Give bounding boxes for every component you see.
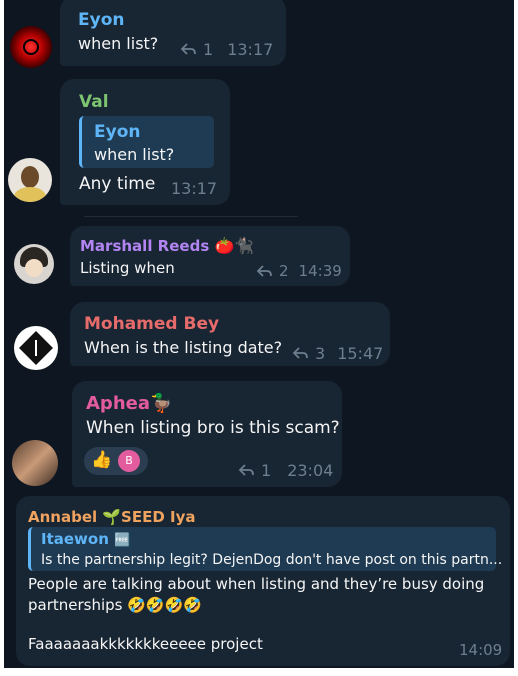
author-name[interactable]: Eyon xyxy=(78,10,124,30)
message-time: 23:04 xyxy=(287,461,334,480)
quote-author: Eyon xyxy=(94,122,141,142)
reaction-chip[interactable]: 👍 B xyxy=(84,447,148,475)
message-text: Listing when xyxy=(80,259,175,277)
reply-icon[interactable] xyxy=(256,264,273,278)
quote-header: Itaewon 🆓 xyxy=(41,530,130,548)
divider xyxy=(84,216,298,217)
message-meta: 2 14:39 xyxy=(256,262,342,280)
message-time: 14:09 xyxy=(459,641,503,659)
message-meta: 14:09 xyxy=(459,641,502,659)
message-meta: 1 13:17 xyxy=(180,40,273,59)
avatar-eyon[interactable] xyxy=(10,26,52,68)
reply-icon[interactable] xyxy=(180,43,197,56)
message-text: when list? xyxy=(78,34,159,53)
author-emoji: 🦆 xyxy=(149,393,173,414)
message-text-line-2: partnerships 🤣🤣🤣🤣 xyxy=(28,596,202,614)
reaction-avatar: B xyxy=(118,450,140,472)
reply-icon[interactable] xyxy=(292,347,309,360)
avatar-val[interactable] xyxy=(8,158,52,202)
message-time: 13:17 xyxy=(227,40,274,59)
avatar-marshall[interactable] xyxy=(14,244,54,284)
message-bubble-eyon[interactable]: Eyon when list? 1 13:17 xyxy=(60,0,286,66)
message-text: When listing bro is this scam? xyxy=(86,418,340,438)
message-text: Any time xyxy=(79,174,156,194)
message-text-line-1: People are talking about when listing an… xyxy=(28,575,485,593)
anime-face-icon xyxy=(25,259,43,277)
author-name[interactable]: Val xyxy=(79,92,109,112)
message-bubble-marshall[interactable]: Marshall Reeds 🍅🐈‍⬛ Listing when 2 14:39 xyxy=(70,226,350,286)
author-emojis: 🍅🐈‍⬛ xyxy=(214,236,255,255)
message-time: 15:47 xyxy=(337,344,384,363)
message-time: 14:39 xyxy=(298,262,342,280)
quoted-message[interactable]: Itaewon 🆓 Is the partnership legit? Deje… xyxy=(28,527,502,571)
author-name[interactable]: Marshall Reeds 🍅🐈‍⬛ xyxy=(80,236,254,256)
thumbs-up-icon: 👍 xyxy=(91,450,113,470)
person-head-icon xyxy=(21,166,39,188)
author-name-text: Marshall Reeds xyxy=(80,237,210,255)
quote-author: Itaewon xyxy=(41,530,109,548)
message-time: 13:17 xyxy=(171,179,218,198)
avatar-aphea[interactable] xyxy=(12,440,58,486)
message-bubble-annabel[interactable]: Annabel 🌱SEED Iya Itaewon 🆓 Is the partn… xyxy=(16,496,510,666)
avatar-mohamed[interactable] xyxy=(14,326,58,370)
author-name-text: Aphea xyxy=(86,393,150,414)
message-meta: 13:17 xyxy=(171,179,217,198)
author-name[interactable]: Mohamed Bey xyxy=(84,314,219,334)
message-bubble-aphea[interactable]: Aphea🦆 When listing bro is this scam? 👍 … xyxy=(72,381,342,487)
author-name[interactable]: Annabel 🌱SEED Iya xyxy=(28,507,196,527)
reply-icon[interactable] xyxy=(238,464,255,477)
message-text: When is the listing date? xyxy=(84,338,283,357)
quote-text: when list? xyxy=(94,145,175,164)
quote-text: Is the partnership legit? DejenDog don't… xyxy=(41,552,503,568)
chat-panel[interactable]: Eyon when list? 1 13:17 Val Eyon when li… xyxy=(4,0,514,668)
author-name[interactable]: Aphea🦆 xyxy=(86,394,172,414)
reply-count[interactable]: 1 xyxy=(203,40,213,59)
message-bubble-val[interactable]: Val Eyon when list? Any time 13:17 xyxy=(60,79,230,205)
reply-count[interactable]: 1 xyxy=(261,461,271,480)
person-body-icon xyxy=(14,187,46,202)
reply-count[interactable]: 2 xyxy=(279,262,289,280)
message-meta: 3 15:47 xyxy=(292,344,383,363)
reply-count[interactable]: 3 xyxy=(315,344,325,363)
free-badge-icon: 🆓 xyxy=(114,533,131,548)
message-text-line-3: Faaaaaaakkkkkkkeeeee project xyxy=(28,635,263,653)
quoted-message[interactable]: Eyon when list? xyxy=(79,116,214,168)
message-meta: 1 23:04 xyxy=(238,461,333,480)
red-eye-icon xyxy=(23,39,39,55)
message-bubble-mohamed[interactable]: Mohamed Bey When is the listing date? 3 … xyxy=(70,302,390,366)
logo-mark-icon xyxy=(35,340,37,356)
